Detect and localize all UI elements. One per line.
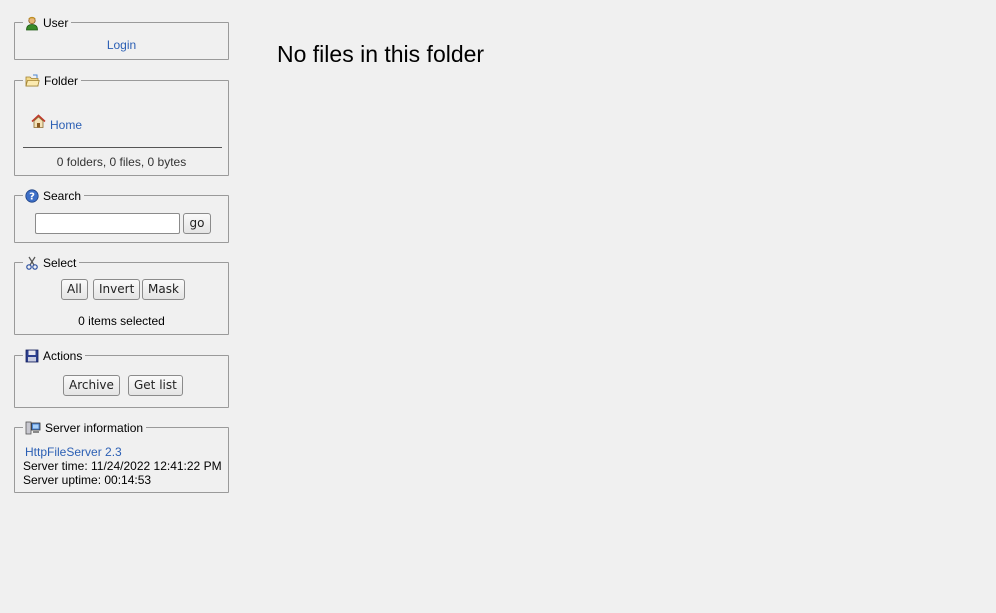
search-panel: ? Search go — [14, 187, 229, 243]
server-time: Server time: 11/24/2022 12:41:22 PM — [23, 459, 222, 473]
login-link[interactable]: Login — [107, 38, 136, 52]
user-icon — [25, 16, 39, 31]
server-uptime: Server uptime: 00:14:53 — [23, 473, 152, 487]
scissors-icon — [25, 256, 39, 270]
select-all-button[interactable]: All — [61, 279, 88, 300]
home-link[interactable]: Home — [50, 118, 82, 132]
folder-divider — [23, 147, 222, 148]
search-panel-legend: ? Search — [23, 187, 85, 205]
search-go-button[interactable]: go — [183, 213, 211, 234]
folder-icon — [25, 74, 40, 88]
selection-status: 0 items selected — [78, 314, 165, 328]
empty-folder-message: No files in this folder — [277, 41, 485, 67]
server-icon — [25, 421, 41, 436]
server-panel: Server information HttpFileServer 2.3 Se… — [14, 419, 229, 493]
user-panel-legend: User — [23, 14, 72, 32]
help-icon: ? — [25, 189, 39, 203]
search-panel-title: Search — [43, 189, 82, 203]
folder-stats: 0 folders, 0 files, 0 bytes — [56, 155, 187, 169]
select-panel-title: Select — [43, 256, 77, 270]
actions-panel-legend: Actions — [23, 347, 86, 365]
archive-button[interactable]: Archive — [63, 375, 120, 396]
home-icon — [31, 113, 46, 132]
get-list-button[interactable]: Get list — [128, 375, 183, 396]
server-panel-legend: Server information — [23, 419, 147, 437]
select-mask-button[interactable]: Mask — [142, 279, 185, 300]
folder-panel: Folder Home 0 folders, 0 files, 0 bytes — [14, 72, 229, 176]
server-software-link[interactable]: HttpFileServer 2.3 — [25, 445, 122, 459]
user-panel: User Login — [14, 14, 229, 60]
svg-text:?: ? — [29, 192, 35, 203]
actions-panel-title: Actions — [43, 349, 83, 363]
select-panel: Select All Invert Mask 0 items selected — [14, 254, 229, 335]
select-invert-button[interactable]: Invert — [93, 279, 141, 300]
user-panel-title: User — [43, 16, 69, 30]
home-item[interactable]: Home — [31, 113, 82, 132]
folder-panel-title: Folder — [44, 74, 79, 88]
select-panel-legend: Select — [23, 254, 80, 272]
folder-panel-legend: Folder — [23, 72, 82, 90]
server-panel-title: Server information — [45, 421, 144, 435]
actions-panel: Actions Archive Get list — [14, 347, 229, 408]
search-input[interactable] — [35, 213, 180, 234]
save-icon — [25, 349, 39, 363]
